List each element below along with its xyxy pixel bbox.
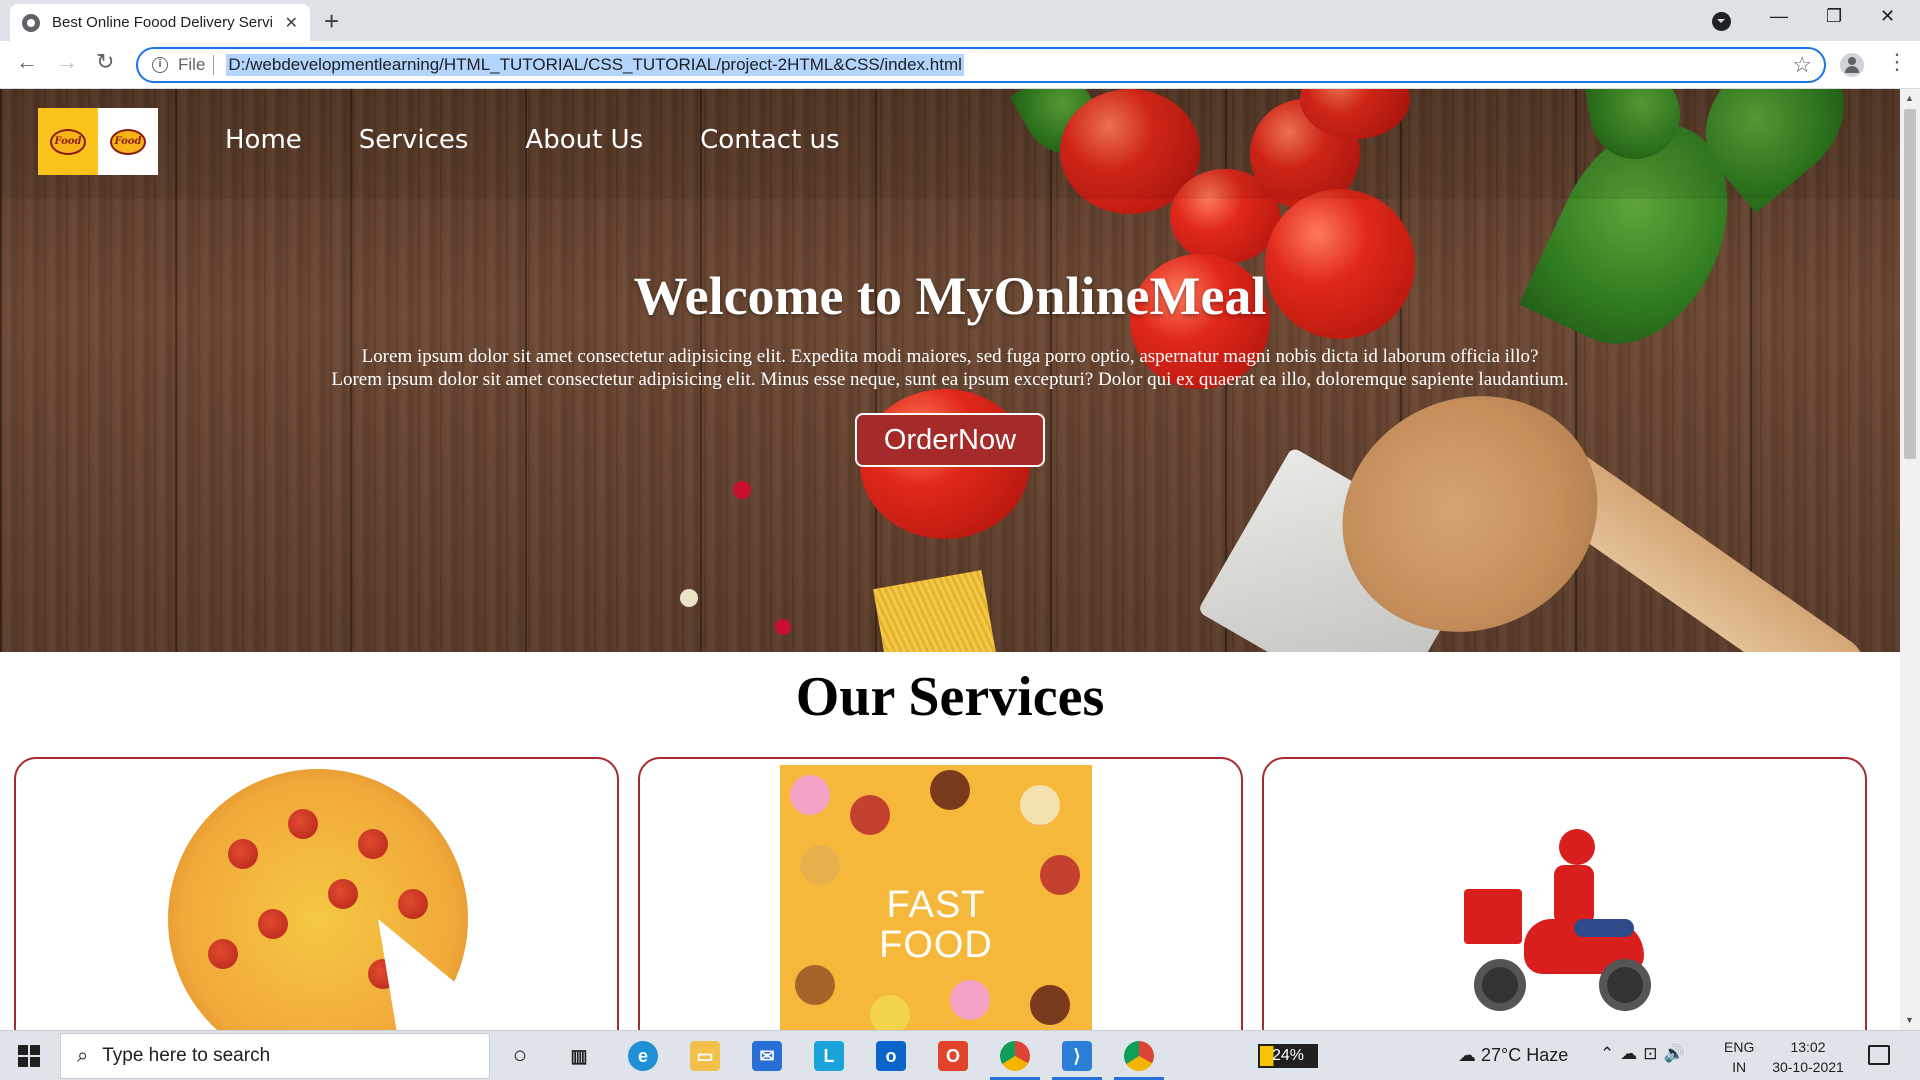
windows-taskbar: ⌕ Type here to search ○ ▥ e ▭ ✉ L o O ⟩ … bbox=[0, 1030, 1920, 1080]
service-card-fast-food[interactable]: FAST FOOD bbox=[638, 757, 1243, 1030]
divider bbox=[213, 55, 215, 75]
vscode-icon[interactable]: ⟩ bbox=[1062, 1041, 1092, 1071]
logo-badge: Food bbox=[50, 128, 86, 155]
reload-icon[interactable]: ↻ bbox=[96, 49, 114, 75]
clock-date: 30-10-2021 bbox=[1772, 1059, 1844, 1075]
chrome-icon[interactable] bbox=[1000, 1041, 1030, 1071]
clock-time: 13:02 bbox=[1790, 1039, 1826, 1055]
taskbar-search-box[interactable]: ⌕ Type here to search bbox=[60, 1033, 490, 1079]
forward-icon[interactable]: → bbox=[56, 49, 78, 75]
nav-contact-link[interactable]: Contact us bbox=[700, 125, 839, 155]
windows-start-icon[interactable] bbox=[18, 1045, 40, 1067]
weather-text: 27°C Haze bbox=[1481, 1045, 1569, 1065]
globe-icon bbox=[22, 13, 40, 32]
browser-tab[interactable]: Best Online Foood Delivery Servi ✕ bbox=[10, 4, 310, 41]
scrollbar-thumb[interactable] bbox=[1904, 109, 1916, 459]
nav-about-link[interactable]: About Us bbox=[525, 125, 643, 155]
battery-indicator[interactable]: 24% bbox=[1258, 1044, 1318, 1068]
page-viewport: Food Food Home Services About Us Contact… bbox=[0, 89, 1900, 1030]
hero-text-line: Lorem ipsum dolor sit amet consectetur a… bbox=[331, 369, 1569, 390]
outlook-icon[interactable]: o bbox=[876, 1041, 906, 1071]
address-bar[interactable]: i File D:/webdevelopmentlearning/HTML_TU… bbox=[136, 47, 1826, 83]
close-tab-icon[interactable]: ✕ bbox=[285, 13, 298, 33]
info-icon[interactable]: i bbox=[152, 57, 168, 73]
scroll-up-icon[interactable]: ▲ bbox=[1905, 93, 1914, 103]
mail-icon[interactable]: ✉ bbox=[752, 1041, 782, 1071]
search-placeholder: Type here to search bbox=[102, 1045, 271, 1066]
fast-food-label: FAST FOOD bbox=[879, 884, 993, 966]
peppercorn-image bbox=[680, 589, 698, 607]
peppercorn-image bbox=[733, 481, 751, 499]
browser-toolbar: ← → ↻ i File D:/webdevelopmentlearning/H… bbox=[0, 41, 1920, 89]
menu-icon[interactable]: ⋮ bbox=[1886, 49, 1908, 75]
minimize-icon[interactable]: — bbox=[1770, 6, 1788, 27]
system-tray-icons[interactable]: ⌃☁⊡🔊 bbox=[1600, 1044, 1691, 1064]
scroll-down-icon[interactable]: ▼ bbox=[1905, 1015, 1914, 1025]
notifications-icon[interactable] bbox=[1868, 1045, 1890, 1065]
tab-title: Best Online Foood Delivery Servi bbox=[52, 14, 272, 31]
profile-icon[interactable] bbox=[1840, 53, 1864, 77]
logo-left: Food bbox=[38, 108, 98, 175]
order-now-button[interactable]: OrderNow bbox=[855, 413, 1045, 467]
site-logo[interactable]: Food Food bbox=[38, 108, 158, 175]
services-heading: Our Services bbox=[795, 666, 1105, 728]
close-window-icon[interactable]: ✕ bbox=[1880, 6, 1895, 27]
bookmark-star-icon[interactable]: ☆ bbox=[1792, 52, 1812, 78]
pizza-image bbox=[168, 769, 510, 1030]
chrome-icon[interactable] bbox=[1124, 1041, 1154, 1071]
pasta-image bbox=[873, 570, 997, 652]
nav-services-link[interactable]: Services bbox=[359, 125, 469, 155]
restore-icon[interactable]: ❐ bbox=[1826, 6, 1842, 27]
nav-menu: Home Services About Us Contact us bbox=[225, 125, 840, 155]
edge-icon[interactable]: e bbox=[628, 1041, 658, 1071]
service-card-pizza[interactable] bbox=[14, 757, 619, 1030]
hero-text-line: Lorem ipsum dolor sit amet consectetur a… bbox=[361, 346, 1539, 367]
task-view-icon[interactable]: ▥ bbox=[564, 1041, 594, 1071]
search-icon: ⌕ bbox=[77, 1044, 89, 1067]
service-card-delivery[interactable] bbox=[1262, 757, 1867, 1030]
peppercorn-image bbox=[775, 619, 791, 635]
back-icon[interactable]: ← bbox=[16, 49, 38, 75]
taskbar-clock[interactable]: 13:02 30-10-2021 bbox=[1768, 1037, 1848, 1077]
new-tab-icon[interactable]: + bbox=[324, 6, 339, 37]
logo-badge: Food bbox=[110, 128, 146, 155]
page-scrollbar[interactable]: ▲ ▼ bbox=[1900, 89, 1920, 1030]
browser-tab-strip: Best Online Foood Delivery Servi ✕ + — ❐… bbox=[0, 0, 1920, 41]
tab-search-icon[interactable] bbox=[1712, 12, 1731, 31]
logo-right: Food bbox=[98, 108, 158, 175]
delivery-scooter-image bbox=[1464, 829, 1664, 1019]
site-navbar: Food Food Home Services About Us Contact… bbox=[0, 89, 1900, 199]
hero-title: Welcome to MyOnlineMeal bbox=[633, 266, 1267, 326]
office-icon[interactable]: O bbox=[938, 1041, 968, 1071]
weather-widget[interactable]: ☁ 27°C Haze bbox=[1458, 1045, 1568, 1066]
hero-section: Food Food Home Services About Us Contact… bbox=[0, 89, 1900, 652]
file-explorer-icon[interactable]: ▭ bbox=[690, 1041, 720, 1071]
fast-food-image: FAST FOOD bbox=[780, 765, 1092, 1030]
l-app-icon[interactable]: L bbox=[814, 1041, 844, 1071]
cortana-icon[interactable]: ○ bbox=[505, 1041, 535, 1071]
language-indicator[interactable]: ENG IN bbox=[1724, 1037, 1754, 1077]
hero-description: Lorem ipsum dolor sit amet consectetur a… bbox=[0, 345, 1900, 391]
url-text[interactable]: D:/webdevelopmentlearning/HTML_TUTORIAL/… bbox=[226, 54, 964, 76]
file-label: File bbox=[178, 55, 206, 74]
nav-home-link[interactable]: Home bbox=[225, 125, 302, 155]
